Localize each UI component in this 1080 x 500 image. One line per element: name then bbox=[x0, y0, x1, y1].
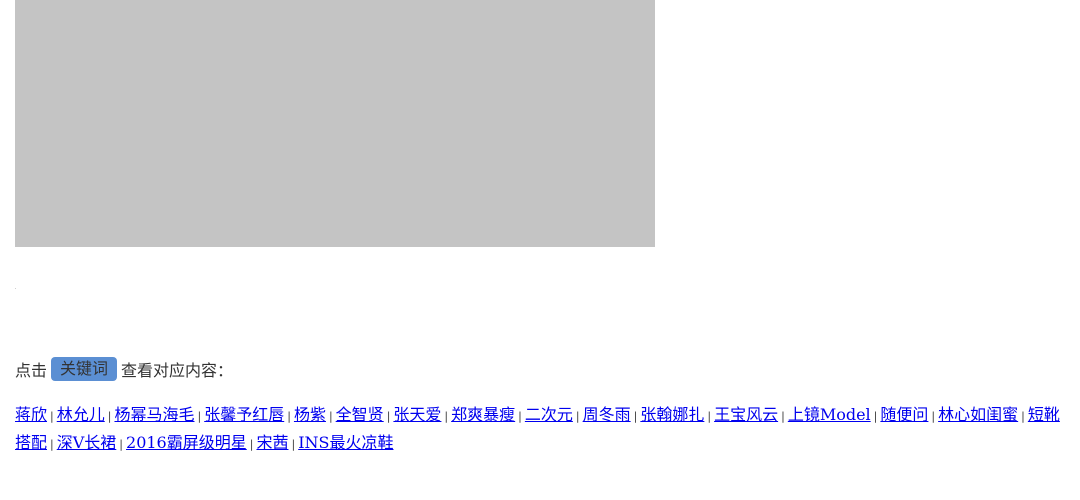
link-separator: | bbox=[931, 410, 936, 423]
keyword-link[interactable]: 宋茜 bbox=[256, 433, 288, 452]
link-separator: | bbox=[291, 438, 296, 451]
keyword-link[interactable]: 林允儿 bbox=[57, 405, 105, 424]
keyword-link[interactable]: INS最火凉鞋 bbox=[298, 433, 393, 452]
keyword-link[interactable]: 张天爱 bbox=[393, 405, 441, 424]
link-separator: | bbox=[707, 410, 712, 423]
link-separator: | bbox=[50, 438, 54, 451]
keyword-link[interactable]: 王宝风云 bbox=[714, 405, 778, 424]
link-separator: | bbox=[444, 410, 449, 423]
hint-suffix: 查看对应内容： bbox=[121, 361, 234, 380]
keyword-link[interactable]: 2016霸屏级明星 bbox=[126, 433, 247, 452]
link-separator: | bbox=[781, 410, 785, 423]
keyword-link[interactable]: 张翰娜扎 bbox=[640, 405, 704, 424]
page: 点击 关键词 查看对应内容： 蒋欣 | 林允儿 | 杨幂马海毛 | 张馨予红唇 | 杨紫 | 全智贤… bbox=[0, 0, 1080, 500]
link-separator: | bbox=[197, 410, 202, 423]
link-separator: | bbox=[1021, 410, 1025, 423]
link-separator: | bbox=[518, 410, 522, 423]
link-separator: | bbox=[633, 410, 638, 423]
keyword-link[interactable]: 全智贤 bbox=[336, 405, 384, 424]
link-separator: | bbox=[50, 410, 54, 423]
keyword-link[interactable]: 周冬雨 bbox=[583, 405, 631, 424]
keyword-link[interactable]: 杨紫 bbox=[294, 405, 326, 424]
keyword-link[interactable]: 蒋欣 bbox=[15, 405, 47, 424]
link-separator: | bbox=[249, 438, 254, 451]
link-separator: | bbox=[107, 410, 112, 423]
link-separator: | bbox=[328, 410, 333, 423]
hint-prefix: 点击 bbox=[15, 361, 48, 380]
keyword-links: 蒋欣 | 林允儿 | 杨幂马海毛 | 张馨予红唇 | 杨紫 | 全智贤 | 张天爱 | 郑爽暴瘦 | 二次元 | 周… bbox=[15, 402, 1070, 458]
keyword-link[interactable]: 二次元 bbox=[525, 405, 573, 424]
keyword-link[interactable]: 深V长裙 bbox=[57, 433, 117, 452]
link-separator: | bbox=[386, 410, 391, 423]
link-separator: | bbox=[575, 410, 580, 423]
link-separator: | bbox=[287, 410, 291, 423]
keyword-hint: 点击 关键词 查看对应内容： bbox=[15, 357, 233, 381]
keyword-link[interactable]: 上镜Model bbox=[788, 405, 871, 424]
divider-dot bbox=[15, 288, 16, 289]
link-separator: | bbox=[119, 438, 124, 451]
keyword-link[interactable]: 张馨予红唇 bbox=[204, 405, 284, 424]
keyword-link[interactable]: 随便问 bbox=[880, 405, 928, 424]
image-placeholder bbox=[15, 0, 655, 247]
keyword-link[interactable]: 郑爽暴瘦 bbox=[451, 405, 515, 424]
keyword-badge: 关键词 bbox=[51, 357, 118, 381]
keyword-link[interactable]: 林心如闺蜜 bbox=[938, 405, 1018, 424]
keyword-link[interactable]: 杨幂马海毛 bbox=[114, 405, 194, 424]
link-separator: | bbox=[873, 410, 878, 423]
